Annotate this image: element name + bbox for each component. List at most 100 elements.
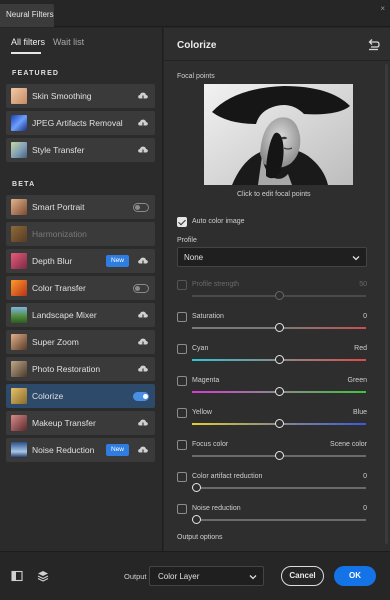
close-panel-icon[interactable]: ×: [380, 4, 385, 13]
cloud-download-icon[interactable]: [137, 444, 149, 456]
cloud-download-icon[interactable]: [137, 417, 149, 429]
output-select-value: Color Layer: [158, 572, 200, 581]
slider-value: 0: [363, 505, 367, 512]
noise-reduction-checkbox[interactable]: [177, 504, 187, 514]
slider-thumb[interactable]: [275, 419, 284, 428]
profile-label: Profile: [177, 237, 197, 244]
filter-color-transfer[interactable]: Color Transfer: [6, 276, 155, 300]
slider-label: Saturation: [192, 313, 224, 320]
slider-thumb[interactable]: [192, 515, 201, 524]
slider-label: Yellow: [192, 409, 212, 416]
slider-thumb[interactable]: [275, 323, 284, 332]
output-label: Output: [124, 572, 147, 581]
focal-points-preview[interactable]: [204, 84, 353, 185]
filter-list-panel: All filters Wait list FEATURED Skin Smoo…: [0, 28, 163, 551]
magenta-green-checkbox[interactable]: [177, 376, 187, 386]
filter-thumbnail: [11, 361, 27, 377]
slider-thumb[interactable]: [275, 387, 284, 396]
cloud-download-icon[interactable]: [137, 144, 149, 156]
slider-value: Red: [354, 345, 367, 352]
filter-thumbnail: [11, 199, 27, 215]
filter-photo-restoration[interactable]: Photo Restoration: [6, 357, 155, 381]
reset-icon[interactable]: [367, 38, 380, 51]
filter-label: Style Transfer: [32, 145, 85, 155]
filter-thumbnail: [11, 415, 27, 431]
saturation-checkbox[interactable]: [177, 312, 187, 322]
tab-wait-list[interactable]: Wait list: [53, 37, 84, 47]
filter-label: Colorize: [32, 391, 64, 401]
slider-track: [192, 519, 366, 521]
split-view-icon[interactable]: [11, 570, 23, 582]
filter-thumbnail: [11, 88, 27, 104]
filter-label: JPEG Artifacts Removal: [32, 118, 123, 128]
cloud-download-icon[interactable]: [137, 336, 149, 348]
tab-neural-filters[interactable]: Neural Filters: [0, 4, 54, 27]
filter-smart-portrait[interactable]: Smart Portrait: [6, 195, 155, 219]
auto-color-checkbox[interactable]: [177, 217, 187, 227]
filter-label: Noise Reduction: [32, 445, 95, 455]
cancel-button[interactable]: Cancel: [281, 566, 324, 586]
yellow-blue-checkbox[interactable]: [177, 408, 187, 418]
filter-jpeg-artifacts-removal[interactable]: JPEG Artifacts Removal: [6, 111, 155, 135]
filter-noise-reduction[interactable]: Noise Reduction New: [6, 438, 155, 462]
slider-thumb[interactable]: [275, 355, 284, 364]
active-tab-indicator: [11, 52, 41, 54]
filter-super-zoom[interactable]: Super Zoom: [6, 330, 155, 354]
filter-label: Skin Smoothing: [32, 91, 92, 101]
filter-thumbnail: [11, 334, 27, 350]
color-artifact-reduction-checkbox[interactable]: [177, 472, 187, 482]
document-tab-strip: Neural Filters ×: [0, 0, 390, 27]
tab-title: Neural Filters: [6, 10, 54, 19]
slider-thumb[interactable]: [192, 483, 201, 492]
focal-points-label: Focal points: [177, 73, 215, 80]
filter-label: Makeup Transfer: [32, 418, 96, 428]
filter-thumbnail: [11, 307, 27, 323]
slider-label: Cyan: [192, 345, 209, 352]
cloud-download-icon[interactable]: [137, 90, 149, 102]
slider-thumb: [275, 291, 284, 300]
tab-all-filters[interactable]: All filters: [11, 37, 45, 47]
filter-thumbnail: [11, 253, 27, 269]
filter-style-transfer[interactable]: Style Transfer: [6, 138, 155, 162]
profile-select[interactable]: None: [177, 247, 367, 267]
filter-enable-toggle[interactable]: [133, 284, 149, 293]
filter-thumbnail: [11, 442, 27, 458]
filter-thumbnail: [11, 115, 27, 131]
cloud-download-icon[interactable]: [137, 363, 149, 375]
slider-value: 0: [363, 473, 367, 480]
filter-colorize[interactable]: Colorize: [6, 384, 155, 408]
cloud-download-icon[interactable]: [137, 117, 149, 129]
chevron-down-icon: [249, 575, 257, 580]
output-options-label: Output options: [177, 534, 223, 541]
filter-label: Super Zoom: [32, 337, 79, 347]
cloud-download-icon[interactable]: [137, 255, 149, 267]
slider-thumb[interactable]: [275, 451, 284, 460]
slider-track: [192, 487, 366, 489]
slider-label: Noise reduction: [192, 505, 241, 512]
filter-label: Harmonization: [32, 229, 87, 239]
cloud-download-icon[interactable]: [137, 309, 149, 321]
ok-button[interactable]: OK: [334, 566, 376, 586]
slider-label: Magenta: [192, 377, 220, 384]
new-badge: New: [106, 444, 130, 456]
filter-enable-toggle[interactable]: [133, 203, 149, 212]
output-select[interactable]: Color Layer: [149, 566, 264, 586]
settings-scrollbar[interactable]: [385, 64, 388, 544]
profile-select-value: None: [184, 253, 204, 262]
filter-settings-panel: Colorize Focal points Click to edit foca…: [164, 28, 390, 551]
slider-value: Blue: [352, 409, 367, 416]
filter-skin-smoothing[interactable]: Skin Smoothing: [6, 84, 155, 108]
page-title: Colorize: [177, 40, 217, 51]
filter-label: Landscape Mixer: [32, 310, 97, 320]
filter-depth-blur[interactable]: Depth Blur New: [6, 249, 155, 273]
cyan-red-checkbox[interactable]: [177, 344, 187, 354]
slider-label: Color artifact reduction: [192, 473, 263, 480]
filter-makeup-transfer[interactable]: Makeup Transfer: [6, 411, 155, 435]
focus-color-checkbox[interactable]: [177, 440, 187, 450]
filter-landscape-mixer[interactable]: Landscape Mixer: [6, 303, 155, 327]
filter-label: Depth Blur: [32, 256, 73, 266]
layers-icon[interactable]: [37, 570, 49, 582]
chevron-down-icon: [352, 256, 360, 261]
slider-label: Profile strength: [192, 281, 240, 288]
filter-enable-toggle[interactable]: [133, 392, 149, 401]
